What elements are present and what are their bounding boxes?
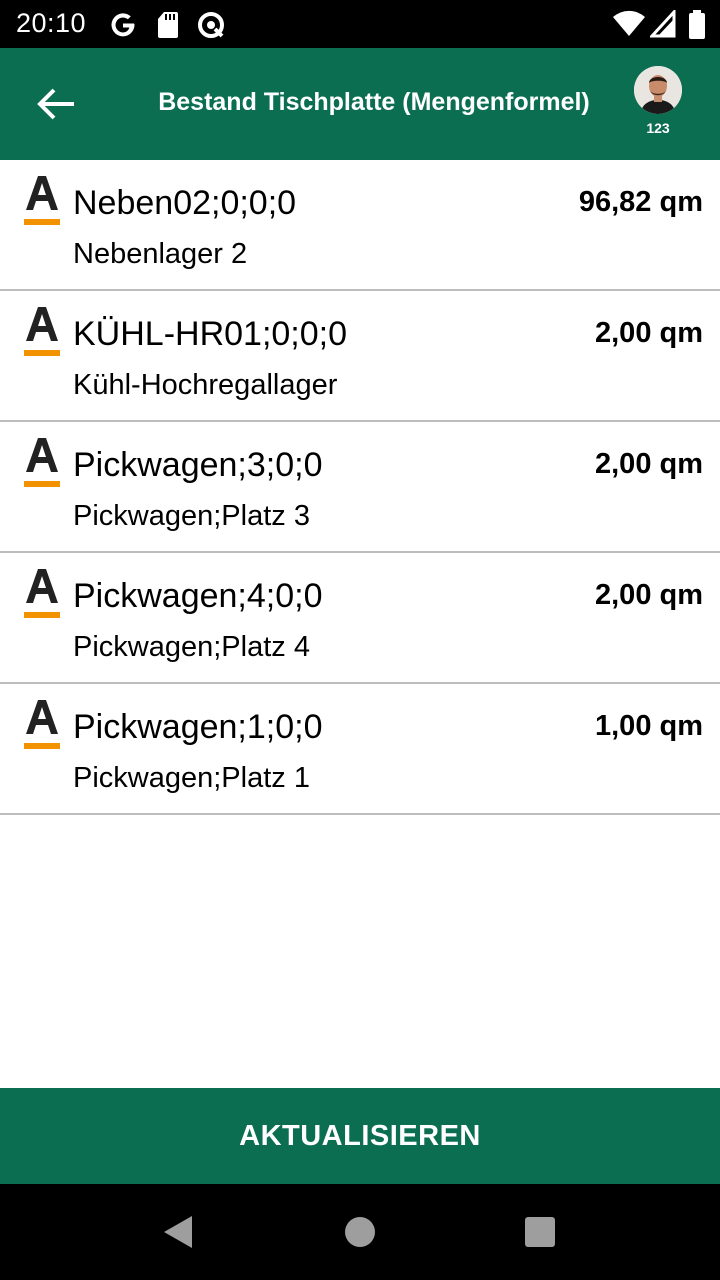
user-id-label: 123 xyxy=(646,120,670,136)
nav-home-icon[interactable] xyxy=(342,1214,378,1250)
app-bar: Bestand Tischplatte (Mengenformel) 123 xyxy=(0,48,720,160)
stock-row[interactable]: Pickwagen;1;0;0 Pickwagen;Platz 1 1,00 q… xyxy=(0,684,720,815)
system-nav-bar xyxy=(0,1184,720,1280)
location-code: Pickwagen;3;0;0 xyxy=(73,446,323,484)
stock-row[interactable]: Pickwagen;3;0;0 Pickwagen;Platz 3 2,00 q… xyxy=(0,422,720,553)
user-avatar[interactable] xyxy=(634,66,682,114)
location-description: Pickwagen;Platz 1 xyxy=(73,762,310,794)
stock-quantity: 1,00 qm xyxy=(595,710,703,742)
page-title: Bestand Tischplatte (Mengenformel) xyxy=(158,88,590,116)
storage-a-icon xyxy=(24,438,60,487)
nav-back-icon[interactable] xyxy=(160,1214,196,1250)
battery-icon xyxy=(689,10,705,39)
location-code: Pickwagen;4;0;0 xyxy=(73,577,323,615)
location-description: Kühl-Hochregallager xyxy=(73,369,338,401)
stock-quantity: 2,00 qm xyxy=(595,579,703,611)
storage-a-icon xyxy=(24,307,60,356)
stock-row[interactable]: KÜHL-HR01;0;0;0 Kühl-Hochregallager 2,00… xyxy=(0,291,720,422)
stock-quantity: 2,00 qm xyxy=(595,317,703,349)
location-code: Pickwagen;1;0;0 xyxy=(73,708,323,746)
stock-quantity: 2,00 qm xyxy=(595,448,703,480)
data-saver-icon xyxy=(198,12,224,38)
location-description: Pickwagen;Platz 3 xyxy=(73,500,310,532)
google-icon xyxy=(111,13,135,37)
location-description: Pickwagen;Platz 4 xyxy=(73,631,310,663)
refresh-button[interactable]: AKTUALISIEREN xyxy=(0,1088,720,1184)
signal-icon xyxy=(650,10,676,38)
stock-row[interactable]: Pickwagen;4;0;0 Pickwagen;Platz 4 2,00 q… xyxy=(0,553,720,684)
storage-a-icon xyxy=(24,569,60,618)
storage-a-icon xyxy=(24,176,60,225)
stock-quantity: 96,82 qm xyxy=(578,186,703,218)
nav-recents-icon[interactable] xyxy=(522,1214,558,1250)
location-code: Neben02;0;0;0 xyxy=(73,184,297,222)
stock-row[interactable]: Neben02;0;0;0 Nebenlager 2 96,82 qm xyxy=(0,160,720,291)
storage-a-icon xyxy=(24,700,60,749)
back-arrow-icon[interactable] xyxy=(36,86,76,122)
avatar-icon xyxy=(634,66,682,114)
wifi-icon xyxy=(613,10,645,36)
location-code: KÜHL-HR01;0;0;0 xyxy=(73,315,348,353)
sd-card-icon xyxy=(158,12,178,38)
stock-location-list: Neben02;0;0;0 Nebenlager 2 96,82 qm KÜHL… xyxy=(0,160,720,815)
status-bar: 20:10 xyxy=(0,0,720,48)
location-description: Nebenlager 2 xyxy=(73,238,248,270)
status-time: 20:10 xyxy=(16,8,87,38)
